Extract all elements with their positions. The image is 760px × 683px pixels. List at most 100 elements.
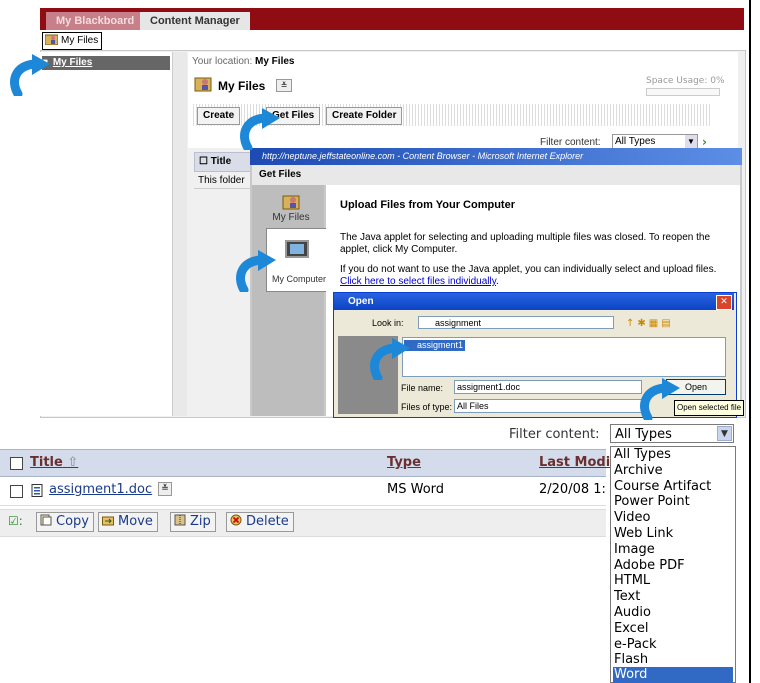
location-label: Your location: xyxy=(192,56,253,67)
file-table-header xyxy=(0,449,606,477)
dropdown-option[interactable]: Excel xyxy=(613,621,733,637)
dropdown-option-selected[interactable]: Word xyxy=(613,667,733,683)
sort-ascending-icon[interactable]: ⇧ xyxy=(67,455,78,470)
modified-column-header[interactable]: Last Modi xyxy=(539,455,610,470)
row-checkbox[interactable] xyxy=(10,485,23,498)
go-arrow-icon[interactable]: › xyxy=(702,135,707,149)
individual-upload-text: If you do not want to use the Java apple… xyxy=(340,264,717,287)
file-item-selected[interactable]: assigment1 xyxy=(404,340,466,351)
nav-item-my-files[interactable]: ■ My Files xyxy=(42,56,170,70)
chevron-down-icon[interactable]: ▼ xyxy=(717,426,732,441)
callout-arrow-icon xyxy=(370,338,410,380)
look-in-label: Look in: xyxy=(372,318,404,328)
filter-select-value: All Types xyxy=(615,427,672,442)
blackboard-tab-bar: My Blackboard Content Manager xyxy=(40,8,744,30)
dropdown-option[interactable]: Course Artifact xyxy=(613,479,733,495)
zip-button[interactable]: Zip xyxy=(170,512,216,532)
title-column-header[interactable]: Title ⇧ xyxy=(30,455,78,470)
computer-icon xyxy=(285,240,309,258)
filter-select-value: All Types xyxy=(615,136,656,147)
dropdown-option[interactable]: e-Pack xyxy=(613,637,733,653)
dropdown-option[interactable]: Text xyxy=(613,589,733,605)
context-menu-icon[interactable]: ≚ xyxy=(158,482,172,496)
empty-folder-text: This folder xyxy=(194,172,254,189)
look-in-select[interactable]: assignment xyxy=(418,316,614,329)
filter-label: Filter content: xyxy=(540,137,601,148)
open-dialog-title[interactable]: Open xyxy=(334,293,734,310)
nav-my-files-label: My Files xyxy=(272,212,310,223)
file-name-input[interactable]: assigment1.doc xyxy=(454,380,642,394)
tab-my-blackboard[interactable]: My Blackboard xyxy=(46,12,145,30)
context-menu-icon[interactable]: ≚ xyxy=(276,79,292,92)
applet-closed-text: The Java applet for selecting and upload… xyxy=(340,232,711,255)
page-title: My Files xyxy=(218,79,266,93)
move-label: Move xyxy=(118,514,153,529)
file-type-label: Files of type: xyxy=(401,402,453,412)
open-tooltip: Open selected file xyxy=(674,400,745,416)
filter-select[interactable]: All Types ▼ xyxy=(610,424,734,443)
chevron-down-icon[interactable]: ▼ xyxy=(685,135,697,149)
my-files-icon xyxy=(282,195,300,210)
dropdown-option[interactable]: All Types xyxy=(613,447,733,463)
create-button[interactable]: Create xyxy=(197,107,241,125)
select-individually-link[interactable]: Click here to select files individually xyxy=(340,276,496,287)
dropdown-option[interactable]: HTML xyxy=(613,573,733,589)
select-all-checkbox[interactable] xyxy=(10,457,23,470)
filter-label: Filter content: xyxy=(509,427,600,442)
breadcrumb-label: My Files xyxy=(61,35,99,46)
dropdown-option[interactable]: Power Point xyxy=(613,494,733,510)
get-files-heading: Get Files xyxy=(252,165,740,185)
file-type-select[interactable]: All Files xyxy=(454,399,642,413)
file-name-label: File name: xyxy=(401,383,444,393)
title-header-label: Title xyxy=(30,455,63,470)
individual-upload-prefix: If you do not want to use the Java apple… xyxy=(340,264,717,275)
my-files-icon xyxy=(194,77,212,92)
nav-scrollbar[interactable] xyxy=(172,52,187,416)
nav-item-label: My Files xyxy=(52,57,93,68)
space-usage-bar xyxy=(646,88,720,96)
callout-arrow-icon xyxy=(236,250,276,292)
select-all-toggle-icon[interactable]: ☑: xyxy=(8,514,23,528)
breadcrumb[interactable]: My Files xyxy=(42,32,103,50)
browser-title-bar[interactable]: http://neptune.jeffstateonline.com - Con… xyxy=(250,148,742,165)
callout-arrow-icon xyxy=(640,378,680,420)
delete-button[interactable]: Delete xyxy=(226,512,294,532)
move-button[interactable]: Move xyxy=(98,512,158,532)
space-usage: Space Usage: 0% xyxy=(646,76,725,86)
copy-button[interactable]: Copy xyxy=(36,512,94,532)
dropdown-option[interactable]: Web Link xyxy=(613,526,733,542)
dropdown-option[interactable]: Archive xyxy=(613,463,733,479)
callout-arrow-icon xyxy=(240,108,280,150)
nav-my-files[interactable]: My Files xyxy=(262,192,320,223)
title-column-header[interactable]: ☐ Title xyxy=(194,152,256,172)
copy-icon xyxy=(40,514,52,526)
file-type: MS Word xyxy=(387,482,445,497)
dropdown-option[interactable]: Flash xyxy=(613,652,733,668)
delete-icon xyxy=(230,514,242,526)
nav-pane xyxy=(40,52,172,416)
title-header-label: Title xyxy=(210,156,232,167)
location-value: My Files xyxy=(255,56,295,67)
close-icon[interactable]: ✕ xyxy=(716,295,732,310)
folder-user-icon xyxy=(45,34,58,45)
dropdown-option[interactable]: Image xyxy=(613,542,733,558)
type-column-header[interactable]: Type xyxy=(387,455,421,470)
move-folder-icon xyxy=(102,516,114,526)
page-border xyxy=(749,0,751,683)
create-folder-button[interactable]: Create Folder xyxy=(326,107,403,125)
dialog-toolbar-icons[interactable]: ↑✱▦▤ xyxy=(626,318,674,329)
copy-label: Copy xyxy=(56,514,89,529)
dropdown-option[interactable]: Adobe PDF xyxy=(613,558,733,574)
file-title-link[interactable]: assigment1.doc xyxy=(49,482,152,497)
zip-label: Zip xyxy=(190,514,211,529)
file-modified: 2/20/08 1: xyxy=(539,482,606,497)
delete-label: Delete xyxy=(246,514,289,529)
tab-content-manager[interactable]: Content Manager xyxy=(140,12,250,30)
dropdown-option[interactable]: Video xyxy=(613,510,733,526)
callout-arrow-icon xyxy=(10,54,50,96)
checkbox-icon[interactable]: ☐ xyxy=(199,156,208,167)
nav-my-computer-label: My Computer xyxy=(272,274,327,284)
upload-title: Upload Files from Your Computer xyxy=(340,199,515,211)
dropdown-option[interactable]: Audio xyxy=(613,605,733,621)
location-line: Your location: My Files xyxy=(192,56,294,67)
